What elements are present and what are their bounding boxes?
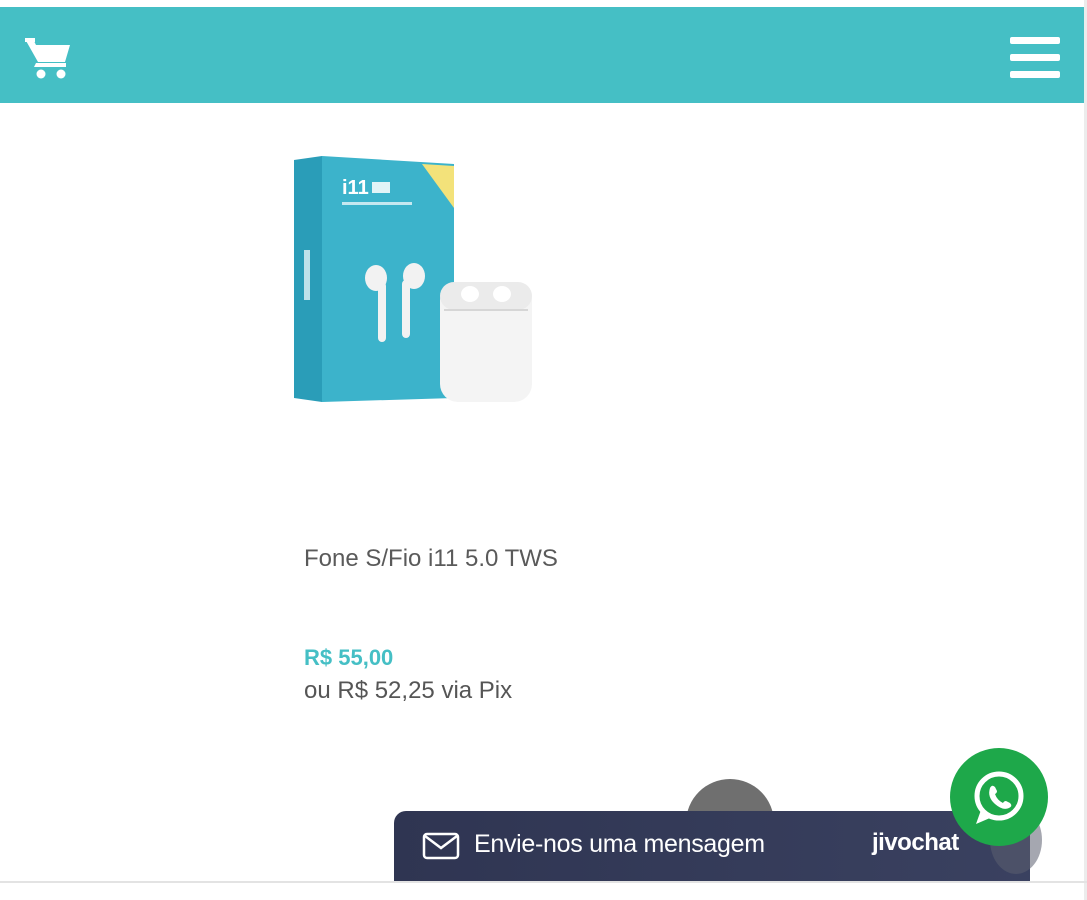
page-bottom-divider [0,881,1087,883]
product-image[interactable]: i11 [288,150,538,410]
hamburger-menu-icon [1010,37,1060,78]
product-pix-price: ou R$ 52,25 via Pix [304,677,513,704]
chat-brand: jivochat [872,829,959,856]
product-price: R$ 55,00 [304,645,394,670]
whatsapp-button[interactable] [950,748,1048,846]
chat-label: Envie-nos uma mensagem [474,830,765,858]
product-photo: i11 [294,156,532,402]
site-header [0,7,1084,103]
cart-icon [25,38,70,79]
whatsapp-icon [974,771,1024,824]
cart-button[interactable] [22,33,74,81]
menu-button[interactable] [1006,35,1064,85]
chat-widget-bar[interactable]: Envie-nos uma mensagem jivochat [394,811,1030,881]
envelope-icon [422,832,460,860]
product-name[interactable]: Fone S/Fio i11 5.0 TWS [304,541,564,576]
frame-top [0,0,1087,7]
svg-text:i11: i11 [342,177,369,199]
